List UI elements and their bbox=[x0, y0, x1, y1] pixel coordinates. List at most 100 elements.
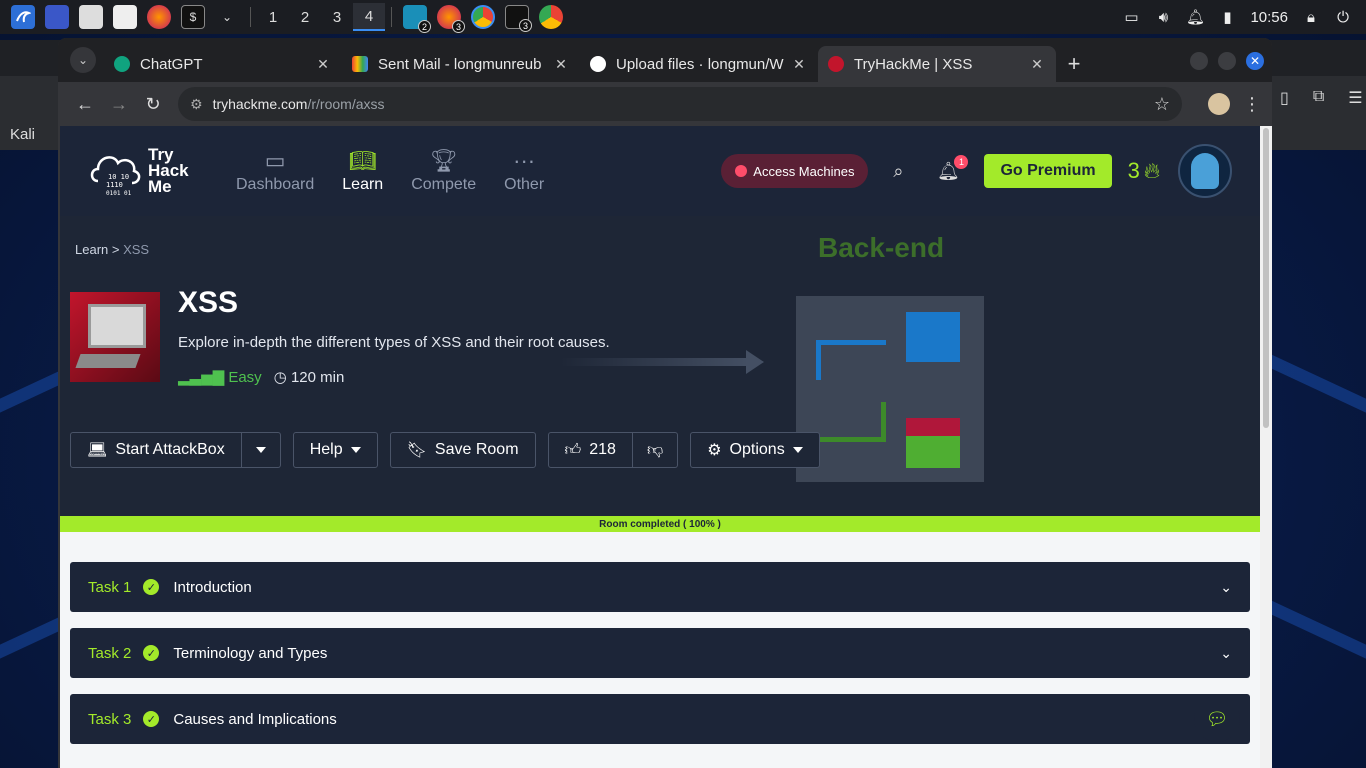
breadcrumb-learn[interactable]: Learn bbox=[75, 242, 108, 257]
chevron-down-icon[interactable]: ⌄ bbox=[1220, 645, 1232, 662]
monitor-illustration bbox=[88, 304, 146, 348]
room-title: XSS bbox=[178, 286, 239, 319]
chevron-down-icon[interactable]: ⌄ bbox=[1220, 579, 1232, 596]
workspace-1-label: 1 bbox=[268, 8, 278, 26]
tab-search-icon[interactable]: ⌄ bbox=[70, 47, 96, 73]
volume-icon[interactable]: 🔊︎ bbox=[1154, 8, 1172, 26]
streak-count: 3 bbox=[1127, 158, 1140, 183]
thumbs-down-icon: 👎︎ bbox=[646, 441, 664, 459]
browser-menu-icon[interactable]: ⋮ bbox=[1242, 94, 1262, 115]
scrollbar-thumb[interactable] bbox=[1263, 128, 1269, 428]
chevron-down-icon[interactable]: ⌄ bbox=[215, 5, 239, 29]
firefox-icon[interactable] bbox=[147, 5, 171, 29]
like-button[interactable]: 👍︎ 218 bbox=[547, 432, 633, 468]
search-icon[interactable]: ⌕ bbox=[878, 161, 918, 182]
maximize-button[interactable] bbox=[1218, 52, 1236, 70]
task-row[interactable]: Task 3 ✓ Causes and Implications bbox=[70, 694, 1250, 744]
terminal-icon[interactable]: $ bbox=[181, 5, 205, 29]
dashboard-icon: ▭ bbox=[264, 148, 286, 173]
help-label: Help bbox=[309, 441, 343, 458]
power-icon[interactable]: ⏻ bbox=[1334, 8, 1352, 26]
taskbar: $ ⌄ 1 2 3 4 2 3 3 ▭ 🔊︎ 🔔︎ ▮ 10:56 🔒︎ ⏻ bbox=[0, 0, 1366, 34]
workspace-2[interactable]: 2 bbox=[289, 3, 321, 31]
kali-menu-icon[interactable] bbox=[11, 5, 35, 29]
reload-button[interactable]: ↻ bbox=[136, 87, 170, 121]
tab-chatgpt[interactable]: ChatGPT ✕ bbox=[104, 46, 342, 82]
profile-avatar[interactable] bbox=[1208, 93, 1230, 115]
tab-tryhackme[interactable]: TryHackMe | XSS ✕ bbox=[818, 46, 1056, 82]
page-scrollbar[interactable] bbox=[1260, 126, 1272, 768]
file-manager-icon[interactable] bbox=[79, 5, 103, 29]
keyboard-illustration bbox=[75, 354, 141, 368]
close-window-button[interactable]: ✕ bbox=[1246, 52, 1264, 70]
banner-arrow-head bbox=[746, 350, 764, 374]
save-room-button[interactable]: 🔖︎ Save Room bbox=[389, 432, 536, 468]
access-machines-button[interactable]: Access Machines bbox=[721, 154, 869, 188]
task-number: Task 1 bbox=[88, 578, 132, 596]
workspace-3[interactable]: 3 bbox=[321, 3, 353, 31]
start-attackbox-button[interactable]: 💻︎ Start AttackBox bbox=[70, 432, 242, 468]
sidebar-icon[interactable]: ▯ bbox=[1280, 88, 1289, 108]
attackbox-dropdown-button[interactable] bbox=[241, 432, 281, 468]
workspace-1[interactable]: 1 bbox=[257, 3, 289, 31]
battery-icon[interactable]: ▮ bbox=[1218, 8, 1236, 26]
firefox-window-icon[interactable]: 3 bbox=[437, 5, 465, 33]
svg-text:1110: 1110 bbox=[106, 181, 123, 189]
svg-text:10 10: 10 10 bbox=[108, 173, 129, 181]
nav-compete[interactable]: 🏆︎ Compete bbox=[411, 148, 476, 194]
firefox-count-badge: 3 bbox=[452, 20, 465, 33]
extensions-icon[interactable]: ⧉ bbox=[1313, 88, 1324, 108]
task-row[interactable]: Task 2 ✓ Terminology and Types ⌄ bbox=[70, 628, 1250, 678]
breadcrumb: Learn > XSS bbox=[75, 242, 149, 257]
blue-block bbox=[906, 312, 960, 362]
go-premium-button[interactable]: Go Premium bbox=[984, 154, 1112, 188]
clock[interactable]: 10:56 bbox=[1250, 9, 1288, 26]
notification-count-badge: 1 bbox=[954, 154, 969, 169]
chrome-active-icon[interactable] bbox=[471, 5, 495, 29]
kali-bookmark[interactable]: Kali bbox=[10, 126, 35, 143]
minimize-button[interactable] bbox=[1190, 52, 1208, 70]
forward-button[interactable]: → bbox=[102, 87, 136, 121]
nav-label: Compete bbox=[411, 176, 477, 193]
options-button[interactable]: ⚙ Options bbox=[690, 432, 820, 468]
close-icon[interactable]: ✕ bbox=[1028, 56, 1046, 73]
tab-github[interactable]: Upload files · longmun/W ✕ bbox=[580, 46, 818, 82]
streak-counter[interactable]: 3 🔥︎ bbox=[1128, 158, 1160, 184]
close-icon[interactable]: ✕ bbox=[314, 56, 332, 73]
chrome-icon[interactable] bbox=[539, 5, 563, 29]
address-bar[interactable]: ⚙ tryhackme.com/r/room/axss ☆ bbox=[178, 87, 1182, 121]
lock-icon[interactable]: 🔒︎ bbox=[1302, 8, 1320, 26]
close-icon[interactable]: ✕ bbox=[552, 56, 570, 73]
notification-bell-icon[interactable]: 🔔︎ bbox=[1186, 8, 1205, 26]
breadcrumb-separator: > bbox=[111, 242, 120, 257]
hamburger-menu-icon[interactable]: ☰ bbox=[1348, 88, 1362, 108]
tab-gmail[interactable]: Sent Mail - longmunreub ✕ bbox=[342, 46, 580, 82]
nav-other[interactable]: ··· Other bbox=[504, 148, 544, 194]
close-icon[interactable]: ✕ bbox=[790, 56, 808, 73]
terminal-window-icon[interactable]: 3 bbox=[505, 5, 532, 32]
help-button[interactable]: Help bbox=[292, 432, 378, 468]
text-editor-icon[interactable] bbox=[113, 5, 137, 29]
notifications-bell-icon[interactable]: 🔔︎ 1 bbox=[928, 154, 969, 182]
dislike-button[interactable]: 👎︎ bbox=[632, 432, 679, 468]
tryhackme-logo[interactable]: 10 10 1110 0101 01 Try Hack Me bbox=[88, 143, 208, 199]
nav-dashboard[interactable]: ▭ Dashboard bbox=[236, 148, 314, 194]
room-thumbnail bbox=[70, 292, 160, 382]
app-window-icon[interactable]: 2 bbox=[403, 5, 431, 33]
chat-support-icon[interactable]: 💬︎ bbox=[1194, 696, 1240, 742]
back-button[interactable]: ← bbox=[68, 87, 102, 121]
like-count: 218 bbox=[589, 441, 616, 458]
system-tray: ▭ 🔊︎ 🔔︎ ▮ 10:56 🔒︎ ⏻ bbox=[1122, 8, 1360, 27]
new-tab-button[interactable]: + bbox=[1056, 46, 1092, 82]
user-avatar[interactable] bbox=[1178, 144, 1232, 198]
workspace-4[interactable]: 4 bbox=[353, 3, 385, 31]
terminal-count-badge: 3 bbox=[519, 19, 532, 32]
bookmark-star-icon[interactable]: ☆ bbox=[1154, 94, 1170, 115]
display-icon[interactable]: ▭ bbox=[1122, 8, 1140, 26]
banner-backend-text: Back-end bbox=[818, 232, 945, 263]
site-info-icon[interactable]: ⚙ bbox=[190, 96, 203, 113]
nav-learn[interactable]: 📖︎ Learn bbox=[342, 148, 383, 194]
task-row[interactable]: Task 1 ✓ Introduction ⌄ bbox=[70, 562, 1250, 612]
vote-group: 👍︎ 218 👎︎ bbox=[547, 432, 679, 468]
workspace-switcher-icon[interactable] bbox=[45, 5, 69, 29]
